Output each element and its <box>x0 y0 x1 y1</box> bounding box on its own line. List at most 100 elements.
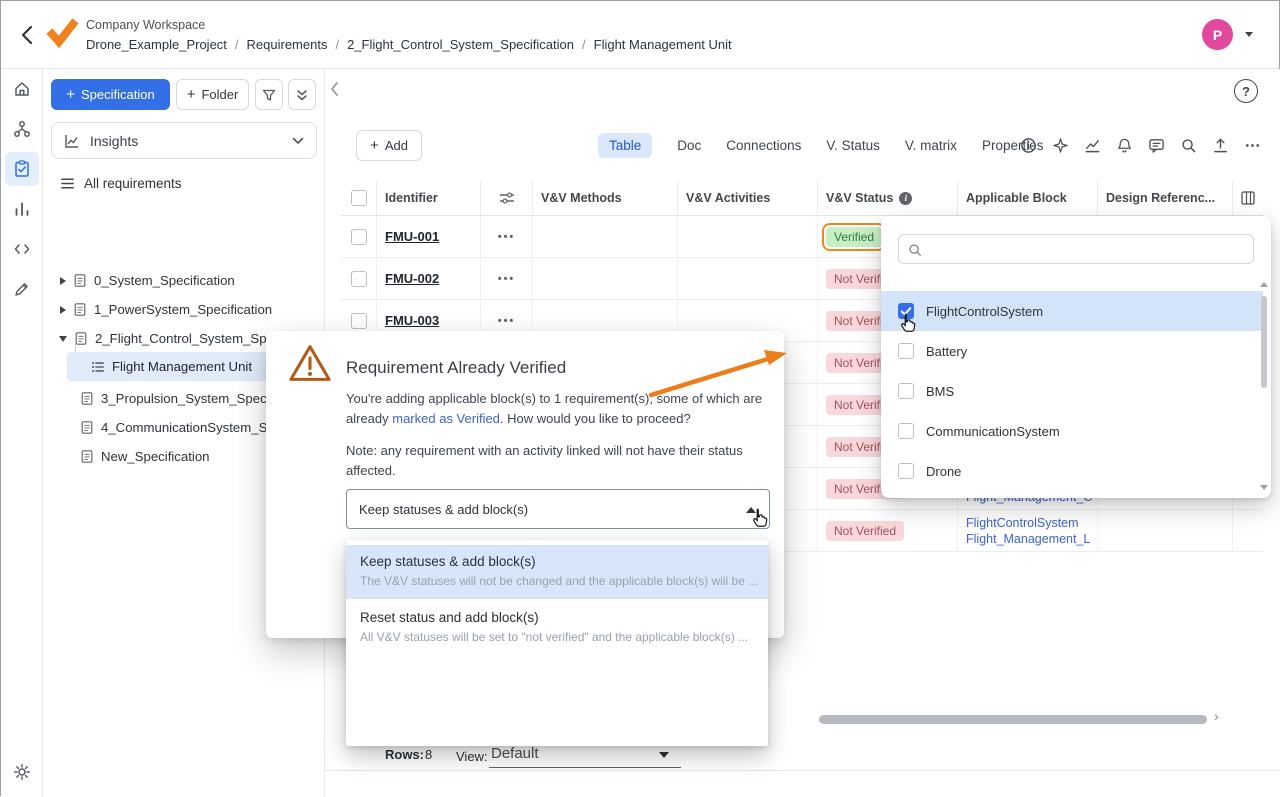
rows-count-label: Rows: <box>385 747 424 762</box>
sidebar-item-spec-0[interactable]: 0_System_Specification <box>43 266 325 295</box>
scroll-down-icon[interactable] <box>1260 485 1268 490</box>
row-checkbox[interactable] <box>351 229 367 245</box>
expand-caret-icon[interactable] <box>60 277 66 285</box>
code-icon[interactable] <box>5 232 39 266</box>
block-option-flightcontrolsystem[interactable]: FlightControlSystem <box>881 291 1263 331</box>
status-info-icon[interactable] <box>899 192 912 205</box>
sparkle-icon[interactable] <box>1052 137 1069 154</box>
scroll-up-icon[interactable] <box>1260 282 1268 287</box>
column-header-vv-methods[interactable]: V&V Methods <box>533 181 678 215</box>
app-logo-icon <box>45 17 79 51</box>
row-menu-icon[interactable] <box>498 315 516 327</box>
block-link[interactable]: FlightControlSystem <box>966 515 1090 531</box>
breadcrumb-requirements[interactable]: Requirements <box>227 37 328 52</box>
block-option-bms[interactable]: BMS <box>881 371 1263 411</box>
block-checkbox-checked[interactable] <box>898 303 914 319</box>
avatar-menu-caret-icon[interactable] <box>1245 32 1253 37</box>
info-icon[interactable] <box>1020 137 1037 154</box>
scroll-right-icon[interactable]: › <box>1214 708 1219 724</box>
tab-v-matrix[interactable]: V. matrix <box>905 133 957 158</box>
insights-panel-toggle[interactable]: Insights <box>51 122 317 159</box>
row-menu-icon[interactable] <box>498 273 516 285</box>
all-requirements-label: All requirements <box>84 176 182 191</box>
menu-option-reset-status[interactable]: Reset status and add block(s) All V&V st… <box>346 601 768 655</box>
block-checkbox[interactable] <box>898 423 914 439</box>
tab-connections[interactable]: Connections <box>726 133 801 158</box>
avatar[interactable]: P <box>1202 19 1233 50</box>
collapse-caret-icon[interactable] <box>59 336 67 342</box>
marked-verified-link[interactable]: marked as Verified <box>392 411 500 426</box>
home-icon[interactable] <box>5 72 39 106</box>
export-icon[interactable] <box>1212 137 1229 154</box>
table-header: Identifier V&V Methods V&V Activities V&… <box>341 181 1263 216</box>
settings-gear-icon[interactable] <box>5 755 39 789</box>
tab-v-status[interactable]: V. Status <box>826 133 880 158</box>
requirement-link[interactable]: FMU-002 <box>385 271 439 286</box>
block-option-battery[interactable]: Battery <box>881 331 1263 371</box>
more-options-icon[interactable] <box>1244 137 1261 154</box>
insights-chart-icon <box>64 133 80 149</box>
column-header-design-reference[interactable]: Design Referenc... <box>1098 181 1233 215</box>
hierarchy-icon[interactable] <box>5 112 39 146</box>
menu-option-keep-statuses[interactable]: Keep statuses & add block(s) The V&V sta… <box>346 545 768 599</box>
select-all-checkbox[interactable] <box>351 190 367 206</box>
column-settings-icon[interactable] <box>481 181 533 215</box>
view-label: View: <box>456 749 488 764</box>
expand-caret-icon[interactable] <box>60 306 66 314</box>
block-link[interactable]: Flight_Management_L <box>966 531 1090 547</box>
tab-doc[interactable]: Doc <box>677 133 701 158</box>
comments-icon[interactable] <box>1148 137 1165 154</box>
column-header-identifier[interactable]: Identifier <box>377 181 481 215</box>
back-icon[interactable] <box>15 22 41 48</box>
search-icon[interactable] <box>1180 137 1197 154</box>
block-checkbox[interactable] <box>898 383 914 399</box>
row-checkbox[interactable] <box>351 313 367 329</box>
tab-table[interactable]: Table <box>598 133 652 158</box>
block-option-communicationsystem[interactable]: CommunicationSystem <box>881 411 1263 451</box>
collapse-all-button[interactable] <box>288 79 316 110</box>
filter-button[interactable] <box>255 79 283 110</box>
status-badge: Not Verified <box>826 521 904 541</box>
requirement-group-icon <box>91 360 105 374</box>
view-value: Default <box>491 745 539 762</box>
column-config-icon[interactable] <box>1233 181 1263 215</box>
vertical-scrollbar[interactable] <box>1261 296 1267 388</box>
notifications-bell-icon[interactable] <box>1116 137 1133 154</box>
insights-chevron-down-icon <box>292 137 304 145</box>
design-icon[interactable] <box>5 272 39 306</box>
column-header-vv-status[interactable]: V&V Status <box>818 181 958 215</box>
horizontal-scrollbar[interactable] <box>819 715 1207 724</box>
breadcrumb-specification[interactable]: 2_Flight_Control_System_Specification <box>327 37 574 52</box>
sidebar-item-spec-1[interactable]: 1_PowerSystem_Specification <box>43 295 325 324</box>
workspace-name: Company Workspace <box>86 18 205 32</box>
block-option-drone[interactable]: Drone <box>881 451 1263 491</box>
breadcrumb-project[interactable]: Drone_Example_Project <box>86 37 227 52</box>
dialog-note: Note: any requirement with an activity l… <box>346 441 780 481</box>
requirement-link[interactable]: FMU-001 <box>385 229 439 244</box>
help-button[interactable]: ? <box>1234 79 1258 103</box>
column-header-vv-activities[interactable]: V&V Activities <box>678 181 818 215</box>
new-folder-button[interactable]: Folder <box>176 79 249 110</box>
table-toolbar-icons <box>1020 137 1261 154</box>
requirement-link[interactable]: FMU-003 <box>385 313 439 328</box>
proceed-option-select[interactable]: Keep statuses & add block(s) <box>346 489 770 529</box>
block-checkbox[interactable] <box>898 343 914 359</box>
column-header-applicable-block[interactable]: Applicable Block <box>958 181 1098 215</box>
add-requirement-button[interactable]: Add <box>356 130 422 161</box>
trend-chart-icon[interactable] <box>1084 137 1101 154</box>
rows-count-value: 8 <box>425 747 432 762</box>
row-menu-icon[interactable] <box>498 231 516 243</box>
block-search-input[interactable] <box>898 234 1254 264</box>
new-specification-button[interactable]: Specification <box>51 79 170 110</box>
breadcrumb-current[interactable]: Flight Management Unit <box>574 37 732 52</box>
dialog-body: You're adding applicable block(s) to 1 r… <box>346 389 780 429</box>
select-caret-up-icon <box>746 507 756 513</box>
sidebar-collapse-icon[interactable] <box>329 81 339 97</box>
specification-doc-icon <box>73 273 87 288</box>
row-checkbox[interactable] <box>351 271 367 287</box>
sidebar-item-all-requirements[interactable]: All requirements <box>43 169 325 197</box>
analytics-icon[interactable] <box>5 192 39 226</box>
footer-divider <box>325 770 1280 771</box>
requirements-icon[interactable] <box>5 152 39 186</box>
block-checkbox[interactable] <box>898 463 914 479</box>
